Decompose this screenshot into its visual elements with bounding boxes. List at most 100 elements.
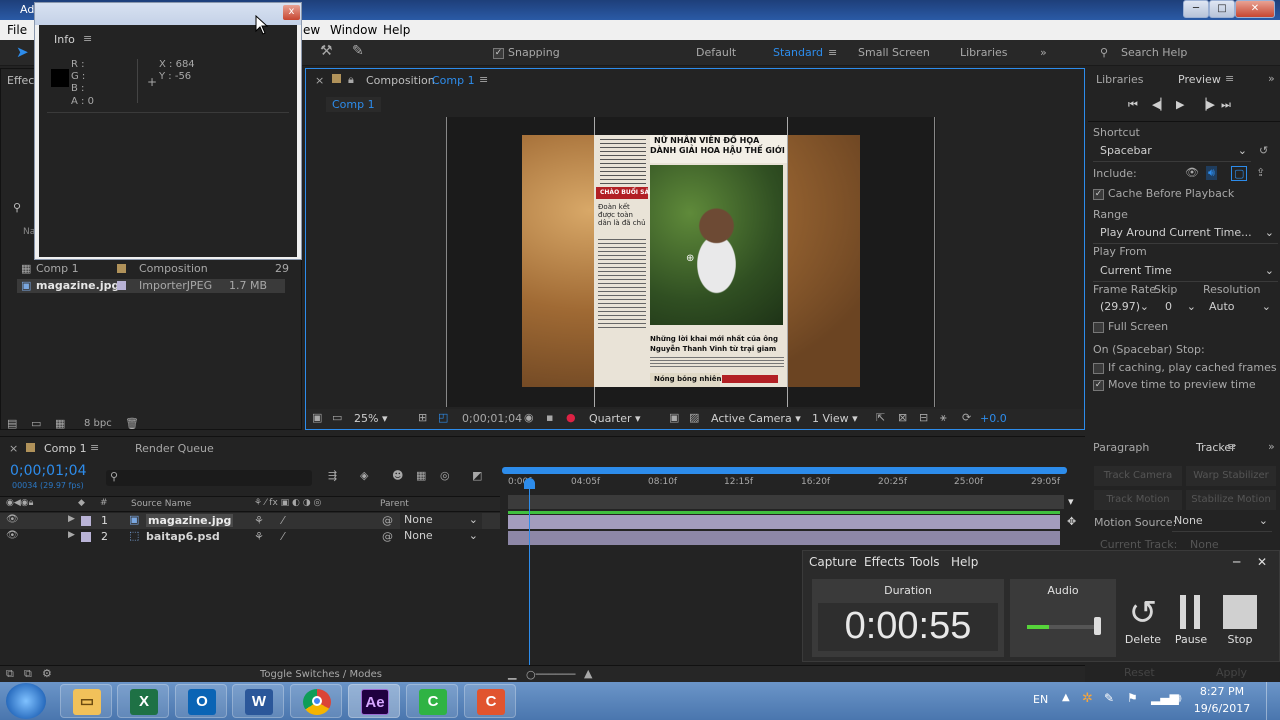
overlay-icon[interactable]: ▢ <box>1231 166 1248 181</box>
layer-name[interactable]: magazine.jpg <box>146 514 234 527</box>
snapping-toggle[interactable]: ✓ Snapping <box>493 46 560 59</box>
chevron-right-icon[interactable]: » <box>1040 46 1047 59</box>
shy-layers-icon[interactable]: ☻ <box>392 469 403 482</box>
start-button[interactable] <box>6 683 46 719</box>
show-desktop-button[interactable] <box>1266 682 1280 720</box>
stop-button[interactable]: Stop <box>1216 633 1264 646</box>
minimize-button[interactable]: ─ <box>1183 0 1209 18</box>
if-caching-checkbox[interactable]: If caching, play cached frames <box>1093 361 1277 374</box>
menu-file[interactable]: File <box>7 23 27 37</box>
pause-icon[interactable] <box>1194 595 1200 629</box>
move-icon[interactable]: ✥ <box>1067 515 1076 528</box>
frame-blending-icon[interactable]: ▦ <box>416 469 426 482</box>
draft-3d-icon[interactable]: ◈ <box>360 469 368 482</box>
workspace-standard[interactable]: Standard <box>773 46 823 59</box>
delete-button[interactable]: Delete <box>1119 633 1167 646</box>
zoom-dropdown[interactable]: 25% ▾ <box>354 412 387 425</box>
resolution-dropdown[interactable]: Quarter ▾ <box>589 412 641 425</box>
fit-icon[interactable]: ⊞ <box>418 411 427 424</box>
frame-rate-dropdown[interactable]: (29.97) ⌄ <box>1093 300 1153 318</box>
snapshot-icon[interactable]: ▪ <box>546 411 553 424</box>
tray-app-icon[interactable]: ✲ <box>1082 691 1093 706</box>
shy-switch-icon[interactable]: ⚘ <box>254 514 264 527</box>
close-icon[interactable]: ✕ <box>1257 555 1267 569</box>
close-tab-icon[interactable]: × <box>315 74 324 87</box>
timeline-tab[interactable]: Comp 1 <box>44 442 87 455</box>
stabilize-motion-button[interactable]: Stabilize Motion <box>1186 490 1276 510</box>
toggle-pixel-aspect-icon[interactable]: ⇱ <box>876 411 885 424</box>
camera-icon[interactable]: ◉ <box>524 411 534 424</box>
language-indicator[interactable]: EN <box>1033 693 1048 706</box>
composition-name[interactable]: Comp 1 <box>432 74 475 87</box>
view-layout-dropdown[interactable]: 1 View ▾ <box>812 412 858 425</box>
av-features-icon[interactable]: ◉◀◉🔒︎ <box>6 498 33 508</box>
taskbar-word[interactable]: W <box>232 684 284 718</box>
parent-header[interactable]: Parent <box>380 499 409 509</box>
layer-name[interactable]: baitap6.psd <box>146 530 220 543</box>
panel-menu-icon[interactable]: ≡ <box>90 441 99 454</box>
minimize-icon[interactable]: ─ <box>1233 555 1240 569</box>
pin-tool-icon[interactable]: ✎ <box>352 43 364 59</box>
clock-time[interactable]: 8:27 PM <box>1190 685 1254 698</box>
current-timecode[interactable]: 0;00;01;04 <box>10 463 87 479</box>
info-close-button[interactable]: x <box>283 5 300 20</box>
panel-menu-icon[interactable]: ≡ <box>1225 72 1234 85</box>
reset-icon[interactable]: ↺ <box>1259 144 1268 157</box>
timeline-icon[interactable]: ⊟ <box>919 411 928 424</box>
taskbar-after-effects[interactable]: Ae <box>348 684 400 718</box>
always-preview-icon[interactable]: ▣ <box>312 411 322 424</box>
layer-bar[interactable] <box>508 531 1060 545</box>
project-search-icon[interactable]: ⚲ <box>13 201 21 214</box>
audio-slider-handle[interactable] <box>1094 617 1101 635</box>
table-row[interactable]: 👁︎ ▶ 1 ▣ magazine.jpg ⚘ ⁄ @ None ⌄ <box>0 513 500 529</box>
timeline-search-input[interactable]: ⚲ <box>106 470 312 486</box>
taskbar-chrome[interactable] <box>290 684 342 718</box>
parent-dropdown[interactable]: None ⌄ <box>400 529 482 545</box>
warp-stabilizer-button[interactable]: Warp Stabilizer <box>1186 466 1276 486</box>
clock-date[interactable]: 19/6/2017 <box>1190 702 1254 715</box>
taskbar-excel[interactable]: X <box>117 684 169 718</box>
tray-flag-icon[interactable]: ⚑ <box>1127 691 1138 705</box>
pick-whip-icon[interactable]: @ <box>382 530 393 543</box>
search-help-field[interactable]: Search Help <box>1121 46 1187 59</box>
workspace-small-screen[interactable]: Small Screen <box>858 46 930 59</box>
shortcut-dropdown[interactable]: Spacebar ⌄ <box>1093 144 1251 162</box>
fast-previews-icon[interactable]: ⊠ <box>898 411 907 424</box>
chevron-right-icon[interactable]: » <box>1268 72 1275 85</box>
work-area-bar[interactable] <box>502 467 1067 474</box>
menu-view-fragment[interactable]: ew <box>303 23 320 37</box>
close-button[interactable]: ✕ <box>1235 0 1275 18</box>
panel-menu-icon[interactable]: ≡ <box>1227 440 1236 453</box>
toggle-transparency-icon[interactable]: ◰ <box>438 411 448 424</box>
label-color-swatch[interactable] <box>81 516 91 526</box>
graph-editor-icon[interactable]: ◩ <box>472 469 482 482</box>
shy-switch-icon[interactable]: ⚘ <box>254 530 264 543</box>
full-screen-checkbox[interactable]: Full Screen <box>1093 320 1168 333</box>
lock-icon[interactable]: 🔒︎ <box>348 73 354 87</box>
zoom-slider[interactable]: ○────── <box>526 668 575 681</box>
selection-tool-icon[interactable]: ➤ <box>16 43 29 61</box>
export-icon[interactable]: ⇪ <box>1256 166 1265 179</box>
apply-button[interactable]: Apply <box>1216 666 1247 679</box>
flowchart-icon[interactable]: ⚹ <box>940 411 947 425</box>
label-icon[interactable]: ◆ <box>78 498 85 508</box>
pause-icon[interactable] <box>1180 595 1186 629</box>
stop-icon[interactable] <box>1223 595 1257 629</box>
anchor-point-icon[interactable]: ⊕ <box>686 253 694 264</box>
previous-frame-icon[interactable]: ◀▏ <box>1152 98 1169 111</box>
bit-depth-button[interactable]: 8 bpc <box>84 418 112 429</box>
eye-icon[interactable]: 👁︎ <box>1185 166 1199 179</box>
recorder-menu-help[interactable]: Help <box>951 555 978 569</box>
preview-tab[interactable]: Preview <box>1178 73 1221 86</box>
libraries-tab[interactable]: Libraries <box>1096 73 1144 86</box>
taskbar-camtasia-green[interactable]: C <box>406 684 458 718</box>
layer-bar[interactable] <box>508 515 1060 529</box>
recorder-menu-tools[interactable]: Tools <box>910 555 940 569</box>
skip-dropdown[interactable]: 0 ⌄ <box>1160 300 1198 318</box>
motion-source-dropdown[interactable]: None ⌄ <box>1172 514 1272 532</box>
menu-help[interactable]: Help <box>383 23 410 37</box>
cache-checkbox[interactable]: ✓ Cache Before Playback <box>1093 187 1234 200</box>
time-ruler[interactable]: 0:00f 04:05f 08:10f 12:15f 16:20f 20:25f… <box>502 475 1082 495</box>
tray-pen-icon[interactable]: ✎ <box>1104 691 1114 705</box>
range-dropdown[interactable]: Play Around Current Time... ⌄ <box>1093 226 1278 244</box>
